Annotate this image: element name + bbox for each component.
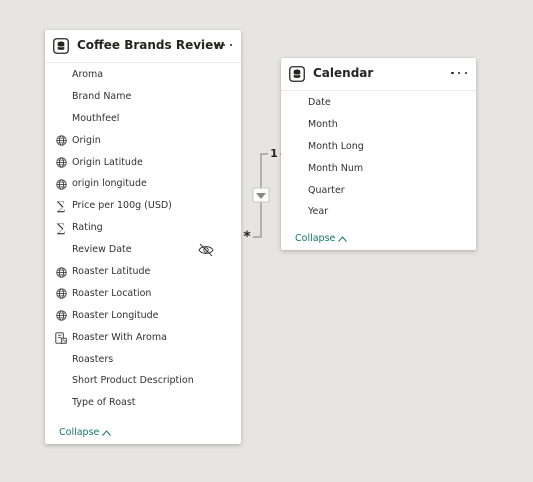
field-list: Aroma Brand Name Mouthfeel Origin Origin Lat… bbox=[45, 64, 241, 414]
table-card-calendar[interactable]: Calendar Date Month Month Long Month Num Qua… bbox=[281, 58, 476, 250]
hidden-eye-icon[interactable] bbox=[198, 243, 214, 257]
collapse-label: Collapse bbox=[295, 233, 336, 244]
table-card-header[interactable]: Coffee Brands Review bbox=[45, 30, 241, 63]
field-item[interactable]: Short Product Description bbox=[45, 370, 241, 392]
field-item[interactable]: ∑ Rating bbox=[45, 217, 241, 239]
relationship-one-label: 1 bbox=[268, 148, 280, 160]
field-item[interactable]: Brand Name bbox=[45, 86, 241, 108]
field-item[interactable]: Date bbox=[281, 92, 476, 114]
field-list: Date Month Month Long Month Num Quarter Year bbox=[281, 92, 476, 223]
field-label: Price per 100g (USD) bbox=[72, 200, 172, 212]
field-item[interactable]: Roaster Location bbox=[45, 283, 241, 305]
field-item[interactable]: origin longitude bbox=[45, 173, 241, 195]
field-item[interactable]: Month Long bbox=[281, 136, 476, 158]
field-label: Month bbox=[308, 118, 338, 130]
chevron-up-icon bbox=[102, 429, 112, 436]
field-label: Mouthfeel bbox=[72, 112, 120, 124]
field-label: Quarter bbox=[308, 184, 345, 196]
field-item[interactable]: Roaster Longitude bbox=[45, 305, 241, 327]
database-icon bbox=[289, 66, 305, 82]
field-item[interactable]: Review Date bbox=[45, 239, 241, 261]
field-label: Origin Latitude bbox=[72, 156, 143, 168]
field-label: Year bbox=[308, 206, 329, 218]
table-card-coffee-brands-review[interactable]: Coffee Brands Review Aroma Brand Name Mout… bbox=[45, 30, 241, 444]
field-label: Aroma bbox=[72, 69, 104, 80]
field-label: Date bbox=[308, 97, 331, 108]
globe-icon bbox=[55, 135, 67, 147]
field-item[interactable]: Aroma bbox=[45, 64, 241, 86]
field-item[interactable]: Origin bbox=[45, 130, 241, 152]
field-item[interactable]: Type of Roast bbox=[45, 392, 241, 414]
field-item[interactable]: Year bbox=[281, 201, 476, 223]
field-item[interactable]: Mouthfeel bbox=[45, 108, 241, 130]
field-label: Short Product Description bbox=[72, 375, 194, 387]
field-label: Month Num bbox=[308, 162, 364, 174]
field-label: Origin bbox=[72, 134, 101, 146]
relationship-many-label: * bbox=[241, 229, 253, 245]
sigma-icon: ∑ bbox=[56, 221, 66, 236]
chevron-up-icon bbox=[338, 235, 348, 242]
globe-icon bbox=[55, 288, 67, 300]
field-label: Roaster With Aroma bbox=[72, 331, 167, 343]
field-label: origin longitude bbox=[72, 178, 147, 190]
calculated-column-icon: fx bbox=[55, 332, 67, 344]
field-label: Roasters bbox=[72, 353, 114, 365]
table-title: Calendar bbox=[313, 66, 374, 80]
filter-direction-arrow-icon bbox=[252, 187, 270, 203]
globe-icon bbox=[55, 266, 67, 278]
field-label: Review Date bbox=[72, 244, 132, 256]
field-item[interactable]: Month bbox=[281, 114, 476, 136]
more-options-icon[interactable] bbox=[216, 37, 232, 53]
field-label: Roaster Longitude bbox=[72, 309, 159, 321]
field-label: Type of Roast bbox=[72, 397, 136, 409]
field-label: Roaster Location bbox=[72, 287, 152, 299]
field-item[interactable]: ∑ Price per 100g (USD) bbox=[45, 195, 241, 217]
field-item[interactable]: Quarter bbox=[281, 180, 476, 202]
field-label: Month Long bbox=[308, 140, 364, 152]
field-item[interactable]: Roasters bbox=[45, 349, 241, 371]
field-item[interactable]: fx Roaster With Aroma bbox=[45, 327, 241, 349]
collapse-button[interactable]: Collapse bbox=[59, 427, 112, 438]
table-title: Coffee Brands Review bbox=[77, 38, 225, 52]
field-item[interactable]: Roaster Latitude bbox=[45, 261, 241, 283]
globe-icon bbox=[55, 178, 67, 190]
collapse-label: Collapse bbox=[59, 427, 100, 438]
more-options-icon[interactable] bbox=[451, 65, 467, 81]
database-icon bbox=[53, 38, 69, 54]
globe-icon bbox=[55, 157, 67, 169]
sigma-icon: ∑ bbox=[56, 199, 66, 214]
field-label: Rating bbox=[72, 222, 103, 234]
field-label: Roaster Latitude bbox=[72, 266, 151, 278]
field-label: Brand Name bbox=[72, 90, 132, 102]
svg-text:fx: fx bbox=[62, 338, 67, 343]
field-item[interactable]: Month Num bbox=[281, 158, 476, 180]
globe-icon bbox=[55, 310, 67, 322]
table-card-header[interactable]: Calendar bbox=[281, 58, 476, 91]
field-item[interactable]: Origin Latitude bbox=[45, 152, 241, 174]
collapse-button[interactable]: Collapse bbox=[295, 233, 348, 244]
